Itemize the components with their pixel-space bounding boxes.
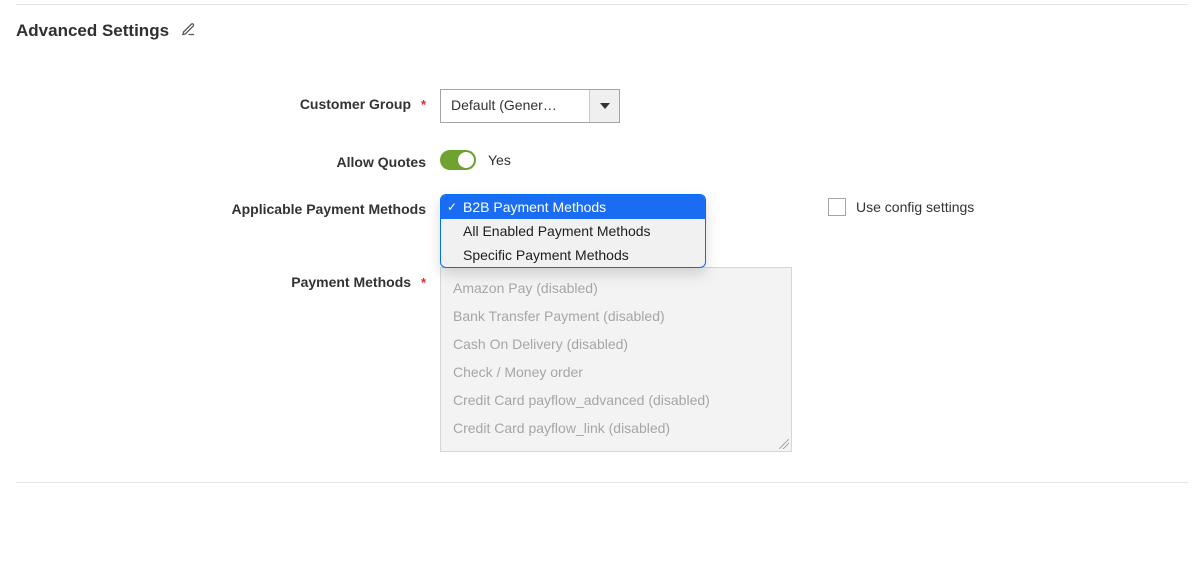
list-item[interactable]: Bank Transfer Payment (disabled) [449, 302, 783, 330]
label-text: Customer Group [300, 96, 411, 112]
label-allow-quotes: Allow Quotes [0, 147, 440, 170]
use-config-label: Use config settings [856, 199, 974, 215]
dropdown-option-label: Specific Payment Methods [463, 247, 629, 263]
required-mark: * [421, 275, 426, 290]
list-item[interactable]: Credit Card payflow_advanced (disabled) [449, 386, 783, 414]
bottom-rule [16, 482, 1188, 483]
section-title: Advanced Settings [16, 21, 169, 41]
edit-icon[interactable] [181, 22, 196, 40]
payment-methods-multiselect[interactable]: Amazon Pay (disabled) Bank Transfer Paym… [440, 267, 792, 452]
use-config-checkbox[interactable] [828, 198, 846, 216]
customer-group-value: Default (Gener… [441, 90, 589, 122]
list-item[interactable]: Check / Money order [449, 358, 783, 386]
label-text: Allow Quotes [337, 154, 426, 170]
dropdown-option-label: All Enabled Payment Methods [463, 223, 651, 239]
list-item[interactable]: Credit Card payflow_link (disabled) [449, 414, 783, 442]
dropdown-option-specific[interactable]: Specific Payment Methods [441, 243, 705, 267]
row-applicable-payment: Applicable Payment Methods B2B Payment M… [0, 194, 1204, 217]
label-customer-group: Customer Group * [0, 89, 440, 112]
chevron-down-icon [589, 90, 619, 122]
allow-quotes-value: Yes [488, 152, 511, 168]
section-header: Advanced Settings [0, 5, 1204, 65]
row-allow-quotes: Allow Quotes Yes [0, 147, 1204, 170]
dropdown-option-b2b[interactable]: B2B Payment Methods [441, 195, 705, 219]
list-item[interactable]: Cash On Delivery (disabled) [449, 330, 783, 358]
dropdown-option-all-enabled[interactable]: All Enabled Payment Methods [441, 219, 705, 243]
label-applicable-payment: Applicable Payment Methods [0, 194, 440, 217]
label-payment-methods: Payment Methods * [0, 267, 440, 290]
required-mark: * [421, 97, 426, 112]
label-text: Payment Methods [291, 274, 411, 290]
list-item[interactable]: Amazon Pay (disabled) [449, 274, 783, 302]
dropdown-option-label: B2B Payment Methods [463, 199, 606, 215]
label-text: Applicable Payment Methods [232, 201, 426, 217]
customer-group-select[interactable]: Default (Gener… [440, 89, 620, 123]
row-payment-methods: Payment Methods * Amazon Pay (disabled) … [0, 267, 1204, 452]
allow-quotes-toggle[interactable] [440, 150, 476, 170]
toggle-knob [458, 152, 474, 168]
row-customer-group: Customer Group * Default (Gener… [0, 89, 1204, 123]
applicable-payment-dropdown[interactable]: B2B Payment Methods All Enabled Payment … [440, 194, 706, 268]
